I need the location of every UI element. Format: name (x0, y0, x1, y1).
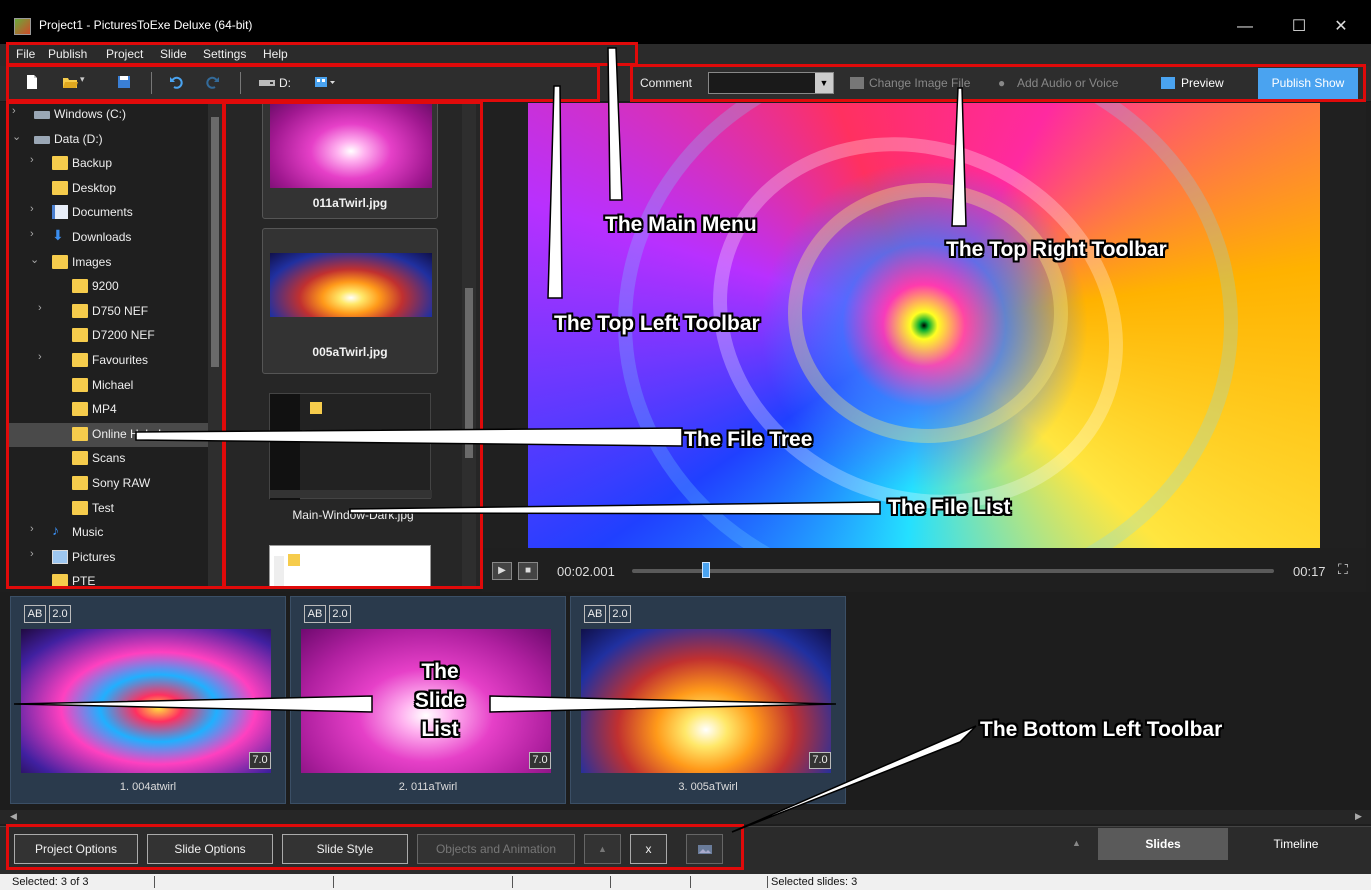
callout-file-list: The File List (888, 496, 1011, 519)
callout-file-tree: The File Tree (684, 428, 813, 451)
callout-top-left-toolbar: The Top Left Toolbar (554, 312, 760, 335)
callout-main-menu: The Main Menu (605, 213, 757, 236)
callout-slide-list-line2: Slide (414, 689, 466, 712)
callout-top-right-toolbar: The Top Right Toolbar (946, 238, 1167, 261)
callout-slide-list-line3: List (421, 718, 459, 741)
callout-bottom-left-toolbar: The Bottom Left Toolbar (980, 718, 1223, 741)
callout-slide-list-line1: The (421, 660, 459, 683)
